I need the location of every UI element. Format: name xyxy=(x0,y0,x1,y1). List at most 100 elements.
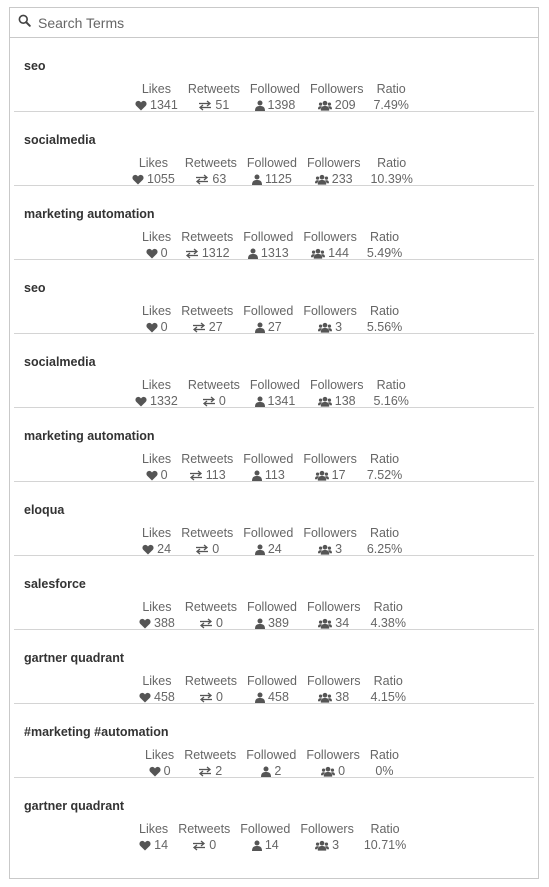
likes-stat: Likes 0 xyxy=(142,230,171,261)
retweets-stat: Retweets 113 xyxy=(181,452,233,483)
likes-value: 14 xyxy=(154,838,169,852)
followed-value: 1125 xyxy=(264,172,292,186)
retweet-icon xyxy=(189,470,203,481)
followed-label: Followed xyxy=(246,674,297,688)
ratio-label: Ratio xyxy=(373,600,403,614)
term-item[interactable]: socialmedia Likes 1055 Retweets 63 Follo… xyxy=(14,112,534,186)
term-name: marketing automation xyxy=(24,207,155,221)
term-item[interactable]: marketing automation Likes 0 Retweets 11… xyxy=(14,408,534,482)
heart-icon xyxy=(149,766,161,777)
ratio-value: 5.16% xyxy=(373,394,409,408)
followers-stat: Followers 3 xyxy=(303,304,357,335)
term-name: seo xyxy=(24,59,46,73)
followers-stat: Followers 38 xyxy=(307,674,361,705)
likes-value: 0 xyxy=(160,468,168,482)
term-item[interactable]: socialmedia Likes 1332 Retweets 0 Follow… xyxy=(14,334,534,408)
term-item[interactable]: marketing automation Likes 0 Retweets 13… xyxy=(14,186,534,260)
term-stats: Likes 1332 Retweets 0 Followed 1341 Foll… xyxy=(135,378,409,409)
term-item[interactable]: #marketing #automation Likes 0 Retweets … xyxy=(14,704,534,778)
term-item[interactable]: gartner quadrant Likes 14 Retweets 0 Fol… xyxy=(14,778,534,852)
term-stats: Likes 0 Retweets 113 Followed 113 Follow… xyxy=(142,452,402,483)
user-icon xyxy=(261,766,272,777)
retweets-label: Retweets xyxy=(184,600,237,614)
retweets-value: 0 xyxy=(215,690,223,704)
followed-stat: Followed 1125 xyxy=(247,156,297,187)
retweets-value: 0 xyxy=(212,542,220,556)
followed-stat: Followed 24 xyxy=(243,526,293,557)
followed-stat: Followed 1313 xyxy=(243,230,293,261)
ratio-stat: Ratio 5.49% xyxy=(367,230,402,261)
ratio-value: 5.56% xyxy=(366,320,403,334)
likes-stat: Likes 0 xyxy=(142,452,171,483)
term-name: salesforce xyxy=(24,577,86,591)
followers-label: Followers xyxy=(307,674,361,688)
followers-label: Followers xyxy=(303,230,357,244)
retweet-icon xyxy=(199,618,213,629)
user-icon xyxy=(254,322,265,333)
users-icon xyxy=(321,766,336,777)
term-name: gartner quadrant xyxy=(24,799,125,813)
retweet-icon xyxy=(195,174,209,185)
likes-stat: Likes 24 xyxy=(142,526,171,557)
heart-icon xyxy=(139,840,151,851)
term-item[interactable]: eloqua Likes 24 Retweets 0 Followed 24 F… xyxy=(14,482,534,556)
likes-stat: Likes 388 xyxy=(139,600,175,631)
ratio-label: Ratio xyxy=(369,304,400,318)
followers-value: 3 xyxy=(335,320,343,334)
ratio-value: 0% xyxy=(375,764,394,778)
users-icon xyxy=(317,396,332,407)
retweets-label: Retweets xyxy=(181,304,234,318)
users-icon xyxy=(317,100,332,111)
retweet-icon xyxy=(192,840,206,851)
likes-label: Likes xyxy=(139,822,169,836)
followers-label: Followers xyxy=(307,600,361,614)
likes-stat: Likes 0 xyxy=(145,748,174,779)
likes-stat: Likes 458 xyxy=(139,674,175,705)
retweets-label: Retweets xyxy=(184,156,237,170)
search-input[interactable] xyxy=(38,14,508,31)
followers-label: Followers xyxy=(306,748,360,762)
term-stats: Likes 0 Retweets 2 Followed 2 Followers … xyxy=(145,748,399,779)
heart-icon xyxy=(146,470,158,481)
retweets-label: Retweets xyxy=(178,822,231,836)
user-icon xyxy=(251,174,262,185)
ratio-stat: Ratio 5.16% xyxy=(373,378,408,409)
followed-label: Followed xyxy=(243,230,294,244)
user-icon xyxy=(254,396,265,407)
term-stats: Likes 1055 Retweets 63 Followed 1125 Fol… xyxy=(132,156,413,187)
followed-stat: Followed 14 xyxy=(240,822,290,853)
followers-label: Followers xyxy=(300,822,354,836)
followers-stat: Followers 3 xyxy=(303,526,357,557)
followers-value: 233 xyxy=(331,172,353,186)
ratio-label: Ratio xyxy=(369,748,400,762)
retweets-stat: Retweets 51 xyxy=(188,82,240,113)
ratio-label: Ratio xyxy=(370,822,400,836)
ratio-value: 10.71% xyxy=(363,838,407,852)
users-icon xyxy=(318,322,333,333)
retweets-value: 51 xyxy=(215,98,230,112)
likes-stat: Likes 14 xyxy=(139,822,168,853)
followed-stat: Followed 27 xyxy=(243,304,293,335)
likes-value: 0 xyxy=(160,320,168,334)
ratio-value: 5.49% xyxy=(366,246,403,260)
followers-stat: Followers 34 xyxy=(307,600,361,631)
retweets-value: 0 xyxy=(218,394,226,408)
term-item[interactable]: salesforce Likes 388 Retweets 0 Followed… xyxy=(14,556,534,630)
followed-stat: Followed 113 xyxy=(243,452,293,483)
term-item[interactable]: seo Likes 0 Retweets 27 Followed 27 Foll… xyxy=(14,260,534,334)
users-icon xyxy=(311,248,326,259)
term-item[interactable]: seo Likes 1341 Retweets 51 Followed 1398… xyxy=(14,38,534,112)
likes-stat: Likes 1341 xyxy=(135,82,178,113)
ratio-value: 7.52% xyxy=(366,468,403,482)
term-item[interactable]: gartner quadrant Likes 458 Retweets 0 Fo… xyxy=(14,630,534,704)
followers-value: 38 xyxy=(335,690,350,704)
term-name: gartner quadrant xyxy=(24,651,125,665)
term-name: seo xyxy=(24,281,46,295)
likes-label: Likes xyxy=(142,674,172,688)
heart-icon xyxy=(135,396,147,407)
ratio-label: Ratio xyxy=(369,526,400,540)
followers-value: 138 xyxy=(334,394,356,408)
retweets-value: 2 xyxy=(215,764,223,778)
heart-icon xyxy=(146,248,158,259)
retweet-icon xyxy=(198,100,212,111)
